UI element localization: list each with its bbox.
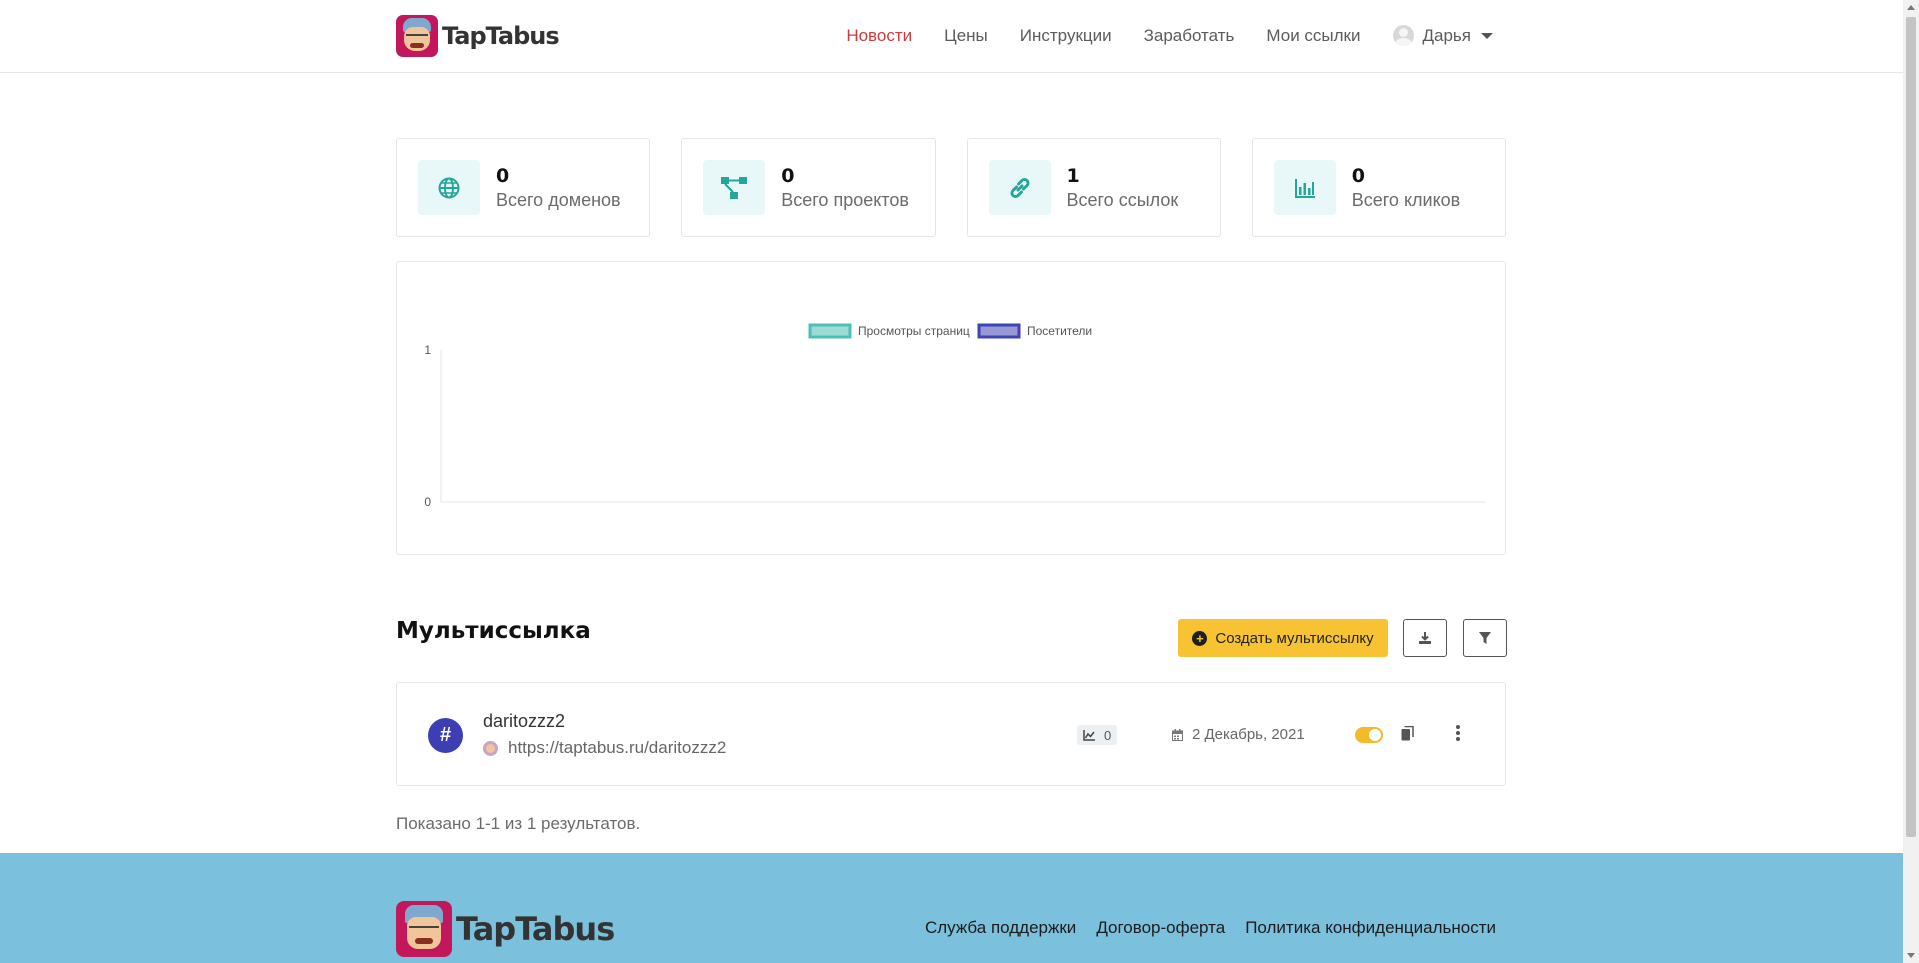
footer-brand-logo[interactable]: TapTabus xyxy=(396,901,615,957)
export-button[interactable] xyxy=(1403,619,1447,657)
more-vertical-icon[interactable] xyxy=(1455,724,1461,742)
nav-item-earn[interactable]: Заработать xyxy=(1144,26,1235,46)
clicks-count: 0 xyxy=(1104,727,1112,743)
line-chart-icon xyxy=(1083,729,1095,741)
footer-link-offer[interactable]: Договор-оферта xyxy=(1096,918,1225,938)
stat-value: 0 xyxy=(781,164,795,187)
link-name[interactable]: daritozzz2 xyxy=(483,711,565,732)
stat-value: 1 xyxy=(1066,164,1080,187)
y-tick-label: 0 xyxy=(424,495,431,509)
scrollbar-thumb[interactable] xyxy=(1906,17,1916,837)
link-url-text: https://taptabus.ru/daritozzz2 xyxy=(508,738,727,757)
stat-value: 0 xyxy=(1351,164,1365,187)
nav-item-instructions[interactable]: Инструкции xyxy=(1020,26,1112,46)
footer-brand-name: TapTabus xyxy=(456,910,615,948)
scroll-up-icon[interactable] xyxy=(1907,5,1915,10)
legend-label: Просмотры страниц xyxy=(858,324,970,338)
stat-card-projects: 0 Всего проектов xyxy=(681,138,936,237)
footer-link-support[interactable]: Служба поддержки xyxy=(925,918,1076,938)
bar-chart-icon xyxy=(1273,160,1336,215)
stat-label: Всего проектов xyxy=(781,189,909,210)
brand-logo-link[interactable]: TapTabus xyxy=(396,15,560,57)
y-tick-label: 1 xyxy=(424,343,431,357)
main-nav: Новости Цены Инструкции Заработать Мои с… xyxy=(814,25,1493,46)
user-menu[interactable]: Дарья xyxy=(1392,25,1493,46)
legend-swatch xyxy=(808,323,852,339)
page-scrollbar[interactable] xyxy=(1903,0,1919,963)
project-tree-icon xyxy=(703,160,766,215)
favicon-icon xyxy=(483,740,498,756)
stat-label: Всего доменов xyxy=(496,189,621,210)
globe-icon xyxy=(418,160,480,215)
footer: TapTabus Служба поддержки Договор-оферта… xyxy=(0,853,1903,963)
scroll-down-icon[interactable] xyxy=(1907,953,1915,958)
link-url[interactable]: https://taptabus.ru/daritozzz2 xyxy=(483,738,726,758)
clicks-badge[interactable]: 0 xyxy=(1077,725,1118,745)
stats-row: 0 Всего доменов 0 Всего проектов 1 Всего… xyxy=(396,138,1506,237)
stat-card-links: 1 Всего ссылок xyxy=(966,138,1221,237)
nav-item-my-links[interactable]: Мои ссылки xyxy=(1266,26,1360,46)
create-multilink-button[interactable]: + Создать мультиссылку xyxy=(1178,619,1388,657)
stat-label: Всего ссылок xyxy=(1066,189,1179,210)
plus-circle-icon: + xyxy=(1192,630,1208,646)
footer-link-privacy[interactable]: Политика конфиденциальности xyxy=(1245,918,1496,938)
download-icon xyxy=(1419,632,1431,644)
stat-value: 0 xyxy=(496,164,510,187)
calendar-icon xyxy=(1172,728,1183,741)
chart-canvas: Просмотры страниц Посетители 1 0 xyxy=(424,323,1485,509)
create-multilink-label: Создать мультиссылку xyxy=(1215,629,1374,647)
caret-down-icon xyxy=(1481,32,1493,39)
traffic-chart: Просмотры страниц Посетители 1 0 xyxy=(396,261,1506,555)
stat-card-clicks: 0 Всего кликов xyxy=(1251,138,1506,237)
legend-label: Посетители xyxy=(1027,324,1092,338)
link-icon xyxy=(988,160,1051,215)
nav-item-prices[interactable]: Цены xyxy=(944,26,988,46)
results-summary: Показано 1-1 из 1 результатов. xyxy=(396,814,641,833)
filter-icon xyxy=(1479,632,1491,644)
list-item: # daritozzz2 https://taptabus.ru/daritoz… xyxy=(396,682,1506,786)
avatar-icon xyxy=(1392,25,1414,46)
stat-card-domains: 0 Всего доменов xyxy=(396,138,651,237)
hashtag-icon: # xyxy=(428,718,463,753)
taptabus-logo-icon xyxy=(396,901,452,957)
brand-name: TapTabus xyxy=(442,22,560,50)
nav-item-news[interactable]: Новости xyxy=(846,26,912,46)
user-name: Дарья xyxy=(1422,25,1472,45)
link-enabled-toggle[interactable] xyxy=(1355,727,1383,743)
link-date: 2 Декабрь, 2021 xyxy=(1172,726,1305,743)
taptabus-logo-icon xyxy=(396,15,438,57)
stat-label: Всего кликов xyxy=(1351,189,1461,210)
copy-icon[interactable] xyxy=(1401,726,1414,741)
filter-button[interactable] xyxy=(1463,619,1507,657)
link-date-text: 2 Декабрь, 2021 xyxy=(1192,726,1305,743)
section-title: Мультиссылка xyxy=(396,618,591,644)
legend-swatch xyxy=(977,323,1021,339)
footer-links: Служба поддержки Договор-оферта Политика… xyxy=(925,918,1496,938)
top-navbar: TapTabus Новости Цены Инструкции Заработ… xyxy=(0,0,1903,73)
